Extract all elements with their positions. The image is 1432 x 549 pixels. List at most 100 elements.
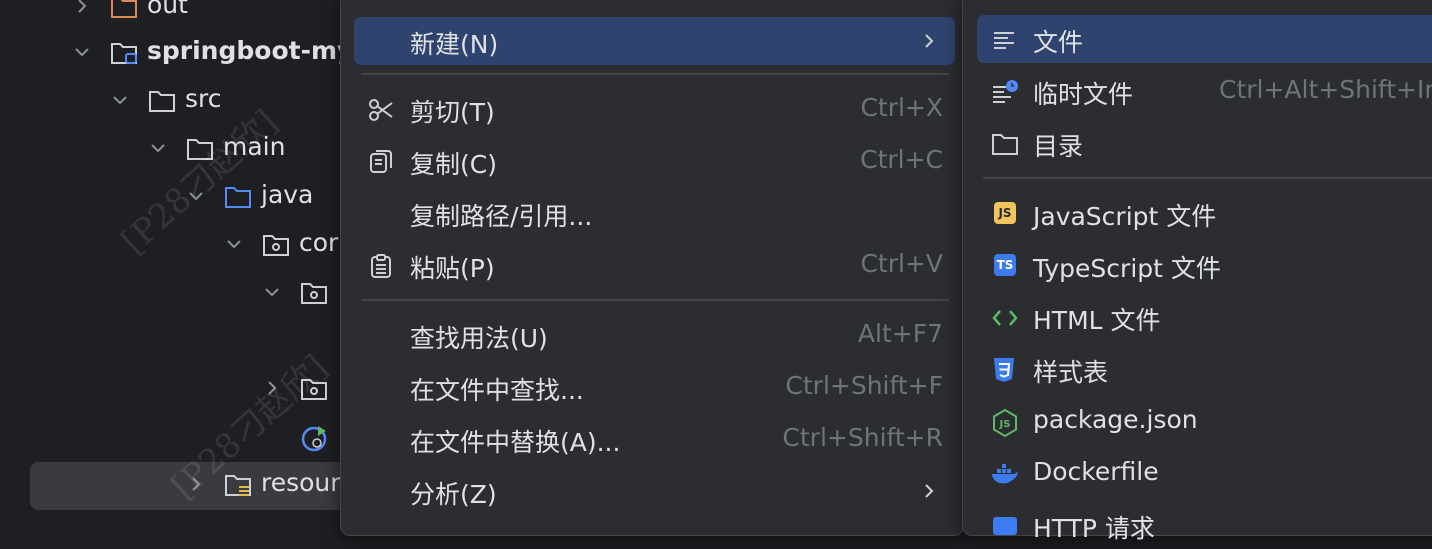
tree-item-label: cor bbox=[299, 228, 339, 257]
menu-separator bbox=[361, 73, 949, 75]
folder-icon bbox=[991, 131, 1018, 157]
source-folder-icon bbox=[224, 184, 252, 210]
menu-item-label: Dockerfile bbox=[1033, 457, 1159, 486]
tree-item-main[interactable]: main bbox=[0, 126, 340, 174]
package-icon bbox=[300, 376, 328, 402]
menu-item-new[interactable]: 新建(N) bbox=[354, 17, 955, 65]
chevron-right-icon bbox=[919, 479, 939, 503]
menu-separator bbox=[983, 177, 1432, 179]
tree-item-package[interactable]: cor bbox=[0, 222, 340, 270]
tree-item-label: main bbox=[223, 132, 286, 161]
chevron-right-icon[interactable] bbox=[262, 378, 282, 398]
file-lines-icon bbox=[991, 27, 1017, 53]
typescript-icon: TS bbox=[994, 254, 1016, 276]
menu-item-label: 文件 bbox=[1033, 28, 1084, 57]
http-icon bbox=[991, 513, 1017, 539]
module-folder-icon bbox=[110, 40, 138, 66]
menu-item-copy[interactable]: 复制(C) Ctrl+C bbox=[354, 137, 955, 185]
folder-excluded-icon bbox=[110, 0, 138, 20]
tree-item-label: springboot-my bbox=[147, 36, 354, 65]
menu-item-label: TypeScript 文件 bbox=[1033, 254, 1221, 283]
tree-item-label: src bbox=[185, 84, 222, 113]
tree-item-out[interactable]: out bbox=[0, 0, 340, 32]
chevron-down-icon[interactable] bbox=[110, 90, 130, 110]
chevron-right-icon bbox=[919, 29, 939, 53]
menu-item-label: package.json bbox=[1033, 405, 1198, 434]
menu-item-label: JavaScript 文件 bbox=[1033, 202, 1217, 231]
submenu-item-dockerfile[interactable]: Dockerfile bbox=[977, 449, 1432, 497]
project-tree: out springboot-my src main java cor reso… bbox=[0, 0, 353, 518]
menu-item-shortcut: Ctrl+Alt+Shift+Ir bbox=[1219, 75, 1432, 104]
chevron-right-icon[interactable] bbox=[72, 0, 92, 16]
tree-item-resources[interactable]: resour bbox=[30, 462, 350, 510]
menu-item-shortcut: Ctrl+X bbox=[860, 93, 943, 122]
submenu-item-http-request[interactable]: HTTP 请求 bbox=[977, 501, 1432, 549]
svg-text:JS: JS bbox=[999, 419, 1011, 430]
menu-item-label: 目录 bbox=[1033, 132, 1084, 161]
scissors-icon bbox=[368, 97, 394, 123]
resources-folder-icon bbox=[224, 472, 252, 498]
spring-boot-class-icon bbox=[300, 424, 328, 452]
submenu-item-directory[interactable]: 目录 bbox=[977, 119, 1432, 167]
tree-item-label: out bbox=[147, 0, 188, 19]
menu-item-label: HTTP 请求 bbox=[1033, 514, 1155, 543]
tree-item-java[interactable]: java bbox=[0, 174, 340, 222]
context-menu: 新建(N) 剪切(T) Ctrl+X 复制(C) Ctrl+C 复制路径/引用.… bbox=[340, 0, 964, 536]
menu-item-find-in-files[interactable]: 在文件中查找... Ctrl+Shift+F bbox=[354, 363, 955, 411]
menu-item-shortcut: Ctrl+Shift+F bbox=[785, 371, 943, 400]
menu-item-label: 临时文件 bbox=[1033, 80, 1134, 109]
tree-item-subpackage[interactable] bbox=[0, 270, 340, 318]
docker-icon bbox=[991, 461, 1018, 487]
submenu-item-package-json[interactable]: JS package.json bbox=[977, 397, 1432, 445]
chevron-down-icon[interactable] bbox=[224, 234, 244, 254]
chevron-down-icon[interactable] bbox=[72, 42, 92, 62]
menu-item-shortcut: Ctrl+C bbox=[860, 145, 943, 174]
tree-item-package-collapsed[interactable] bbox=[0, 366, 340, 414]
chevron-down-icon[interactable] bbox=[186, 186, 206, 206]
nodejs-icon: JS bbox=[991, 408, 1017, 438]
tree-item-module[interactable]: springboot-my bbox=[0, 30, 353, 78]
menu-item-shortcut: Ctrl+Shift+R bbox=[782, 423, 943, 452]
package-icon bbox=[262, 232, 290, 258]
chevron-down-icon[interactable] bbox=[148, 138, 168, 158]
menu-item-copy-path[interactable]: 复制路径/引用... bbox=[354, 189, 955, 237]
menu-item-paste[interactable]: 粘贴(P) Ctrl+V bbox=[354, 241, 955, 289]
submenu-item-html[interactable]: HTML 文件 bbox=[977, 293, 1432, 341]
clipboard-icon bbox=[368, 253, 394, 279]
menu-item-analyze[interactable]: 分析(Z) bbox=[354, 467, 955, 515]
menu-item-label: 在文件中替换(A)... bbox=[410, 428, 621, 457]
menu-item-label: 分析(Z) bbox=[410, 480, 497, 509]
tree-item-application-class[interactable] bbox=[0, 414, 340, 462]
menu-item-label: 复制路径/引用... bbox=[410, 202, 593, 231]
menu-item-label: 剪切(T) bbox=[410, 98, 495, 127]
menu-item-label: 复制(C) bbox=[410, 150, 497, 179]
menu-item-label: HTML 文件 bbox=[1033, 306, 1161, 335]
submenu-item-javascript[interactable]: JS JavaScript 文件 bbox=[977, 189, 1432, 237]
tree-item-label: resour bbox=[261, 468, 341, 497]
menu-separator bbox=[361, 299, 949, 301]
html-icon bbox=[991, 305, 1018, 331]
menu-item-find-usages[interactable]: 查找用法(U) Alt+F7 bbox=[354, 311, 955, 359]
tree-item-label: java bbox=[261, 180, 314, 209]
menu-item-label: 新建(N) bbox=[410, 30, 499, 59]
menu-item-cut[interactable]: 剪切(T) Ctrl+X bbox=[354, 85, 955, 133]
css-icon bbox=[991, 357, 1017, 383]
scratch-file-icon bbox=[991, 79, 1018, 105]
tree-item-src[interactable]: src bbox=[0, 78, 340, 126]
menu-item-label: 粘贴(P) bbox=[410, 254, 495, 283]
submenu-item-file[interactable]: 文件 bbox=[977, 15, 1432, 63]
menu-item-replace-in-files[interactable]: 在文件中替换(A)... Ctrl+Shift+R bbox=[354, 415, 955, 463]
submenu-item-scratch-file[interactable]: 临时文件 Ctrl+Alt+Shift+Ir bbox=[977, 67, 1432, 115]
chevron-down-icon[interactable] bbox=[262, 282, 282, 302]
menu-item-shortcut: Alt+F7 bbox=[857, 319, 943, 348]
submenu-item-typescript[interactable]: TS TypeScript 文件 bbox=[977, 241, 1432, 289]
package-icon bbox=[300, 280, 328, 306]
submenu-item-stylesheet[interactable]: 样式表 bbox=[977, 345, 1432, 393]
menu-item-shortcut: Ctrl+V bbox=[860, 249, 943, 278]
chevron-right-icon[interactable] bbox=[186, 474, 206, 494]
menu-item-label: 在文件中查找... bbox=[410, 376, 584, 405]
copy-icon bbox=[368, 149, 394, 175]
folder-icon bbox=[148, 88, 176, 114]
menu-item-label: 查找用法(U) bbox=[410, 324, 548, 353]
javascript-icon: JS bbox=[994, 202, 1016, 224]
